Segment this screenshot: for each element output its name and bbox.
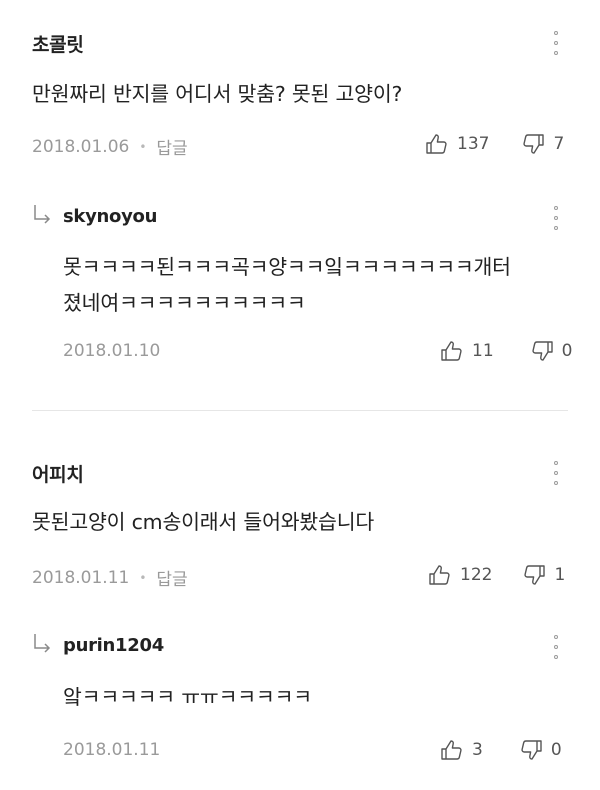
reply-arrow-icon [34,205,51,224]
like-button[interactable]: 137 [425,133,489,155]
reply-date: 2018.01.10 [63,341,161,361]
reply-date: 2018.01.11 [63,740,161,760]
reply-button[interactable]: 답글 [156,134,187,159]
reply-arrow-icon [34,634,51,653]
comment-meta: 2018.01.11 • 답글 [32,565,188,591]
thumbs-down-icon [521,740,542,760]
vote-group: 3 0 [440,739,562,761]
thumbs-down-icon [523,134,545,154]
comment-text: 만원짜리 반지를 어디서 맞춤? 못된 고양이? [32,82,403,106]
dislike-button[interactable]: 0 [530,340,573,362]
dislike-count: 7 [553,134,565,154]
vote-group: 11 0 [440,340,572,362]
like-button[interactable]: 122 [428,564,492,586]
comment-date: 2018.01.06 [32,136,130,157]
like-count: 137 [457,134,490,154]
divider [32,410,568,411]
reply-meta: 2018.01.11 [63,740,160,760]
like-count: 122 [460,565,493,585]
more-options-icon[interactable] [546,458,566,488]
like-button[interactable]: 11 [440,340,494,362]
like-count: 3 [472,740,483,760]
dislike-button[interactable]: 1 [522,564,565,586]
thumbs-up-icon [429,565,450,585]
like-count: 11 [472,341,494,361]
comment-meta: 2018.01.06 • 답글 [32,134,188,160]
dislike-count: 0 [561,341,573,361]
thumbs-up-icon [426,134,447,154]
reply-text-line1: 앜ㅋㅋㅋㅋㅋ ㅠㅠㅋㅋㅋㅋㅋ [63,685,312,709]
thumbs-up-icon [441,740,462,760]
dislike-button[interactable]: 0 [519,739,562,761]
comment-date: 2018.01.11 [32,567,130,588]
more-options-icon[interactable] [546,632,566,662]
vote-group: 137 7 [425,133,564,155]
vote-group: 122 1 [428,564,565,586]
comment-author[interactable]: 초콜릿 [32,30,84,57]
like-button[interactable]: 3 [440,739,483,761]
comment-author[interactable]: 어피치 [32,460,84,487]
dislike-count: 0 [550,740,562,760]
reply-text-line1: 못ㅋㅋㅋㅋ된ㅋㅋㅋ곡ㅋ양ㅋㅋ잌ㅋㅋㅋㅋㅋㅋㅋ개터 [63,255,511,279]
reply-text-line2: 졌네여ㅋㅋㅋㅋㅋㅋㅋㅋㅋㅋ [63,291,306,315]
dislike-count: 1 [554,565,566,585]
reply-button[interactable]: 답글 [156,565,187,590]
more-options-icon[interactable] [546,28,566,58]
separator-dot: • [139,570,147,585]
separator-dot: • [139,139,147,154]
comment-text: 못된고양이 cm송이래서 들어와봤습니다 [32,510,375,534]
thumbs-down-icon [531,341,553,361]
reply-meta: 2018.01.10 [63,341,160,361]
thumbs-down-icon [524,565,546,585]
more-options-icon[interactable] [546,203,566,233]
reply-author[interactable]: purin1204 [63,635,164,656]
dislike-button[interactable]: 7 [521,133,564,155]
reply-author[interactable]: skynoyou [63,206,157,227]
thumbs-up-icon [441,341,462,361]
